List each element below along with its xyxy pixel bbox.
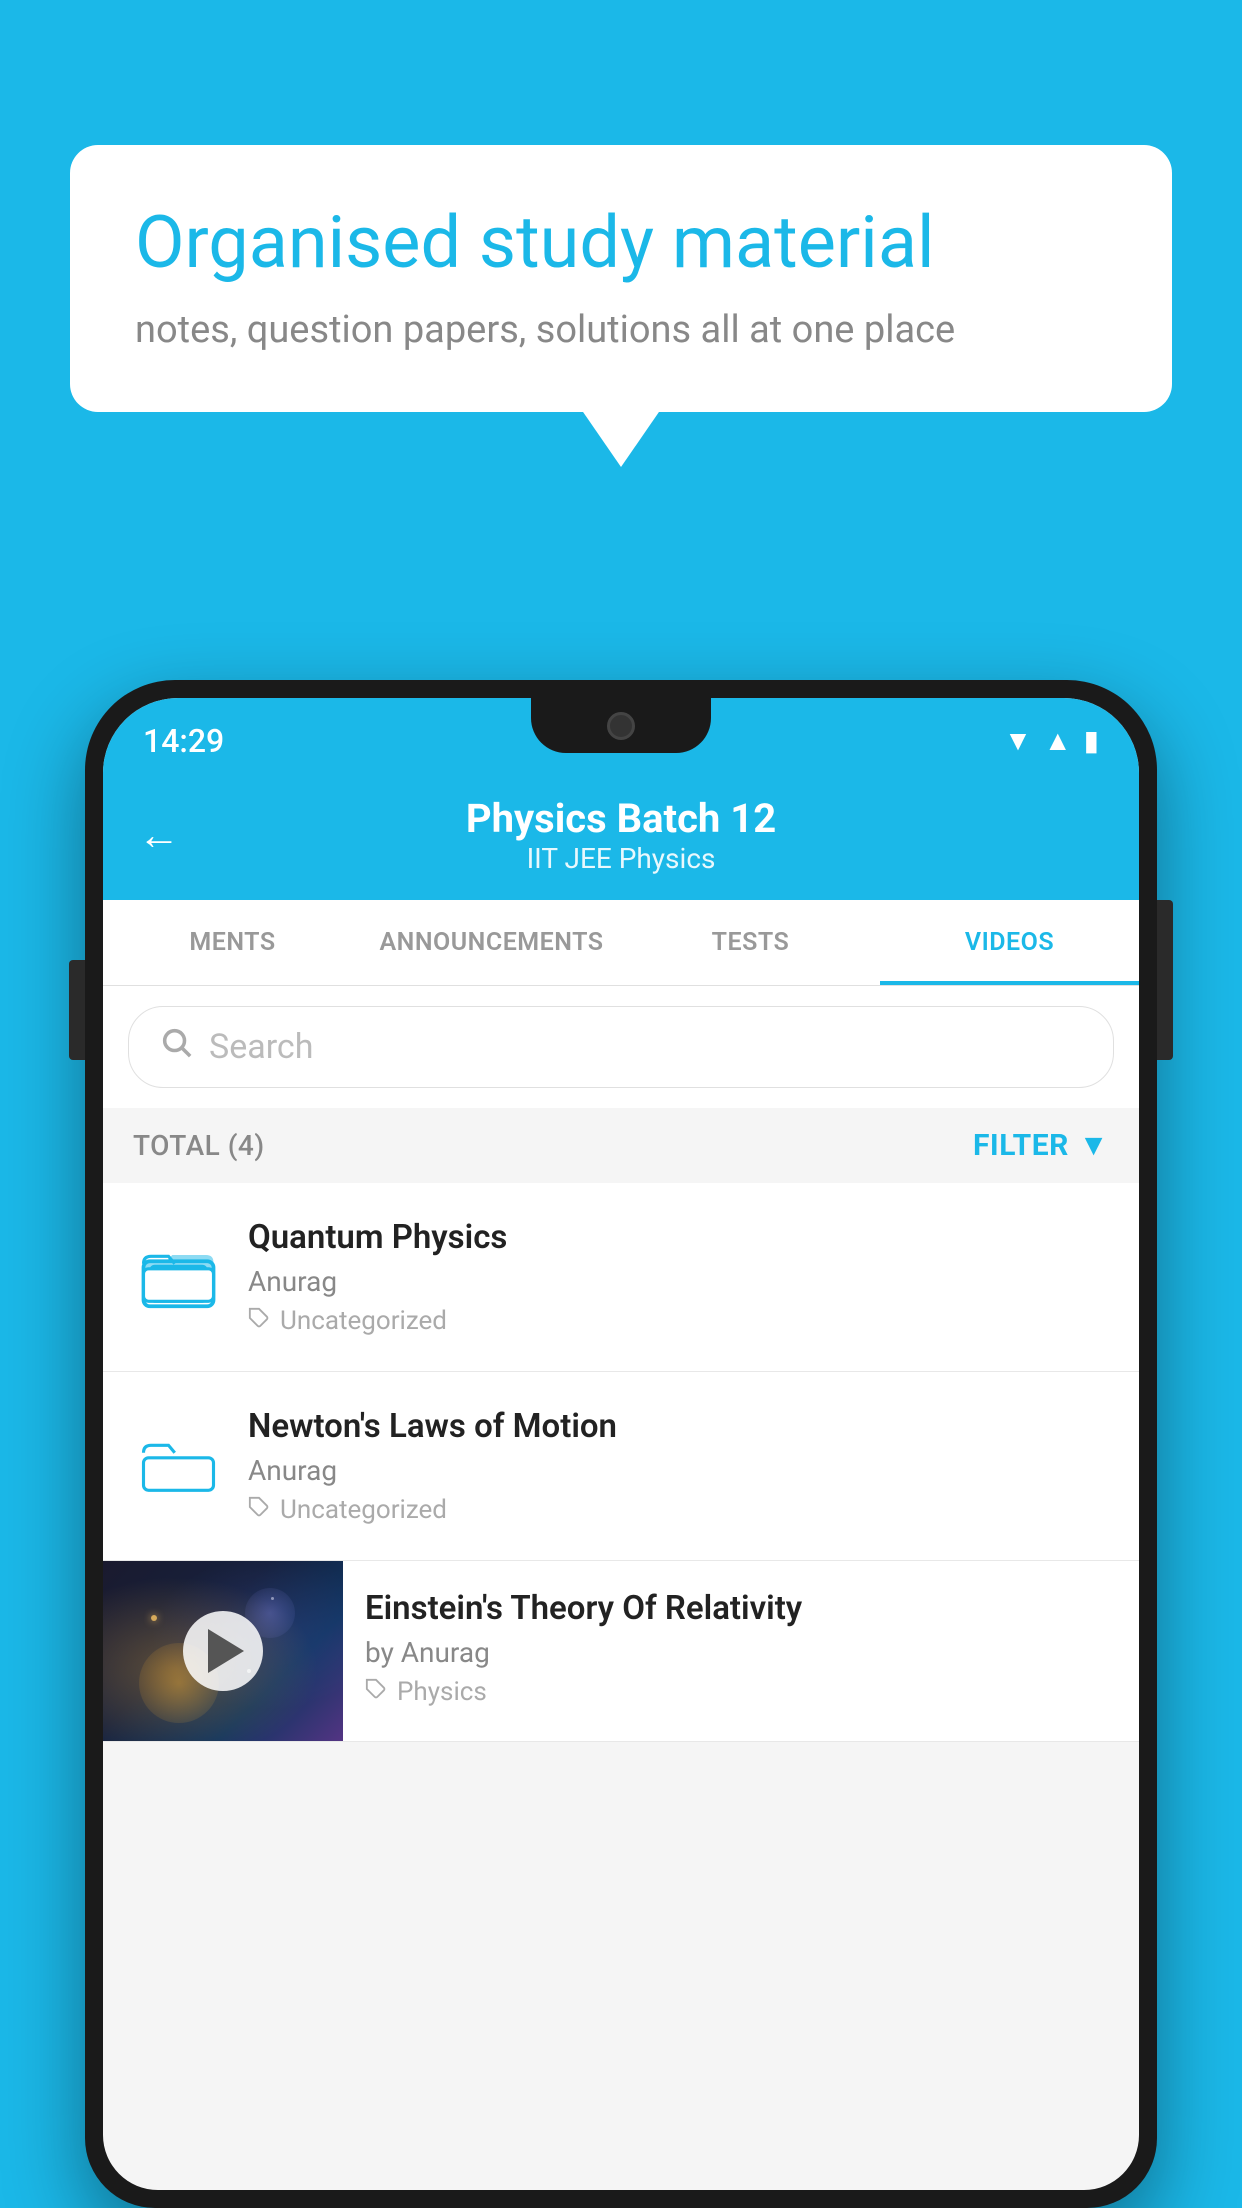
speech-bubble-container: Organised study material notes, question…: [70, 145, 1172, 412]
header-subtitle: IIT JEE Physics: [200, 842, 1042, 875]
tab-ments[interactable]: MENTS: [103, 900, 362, 985]
folder-icon-2: [133, 1421, 223, 1511]
play-button[interactable]: [183, 1611, 263, 1691]
video-title-3: Einstein's Theory Of Relativity: [365, 1589, 1117, 1628]
phone-inner: 14:29 ▼ ▲ ▮ ← Physics Batch 12 IIT JEE P…: [103, 698, 1139, 2190]
camera: [607, 712, 635, 740]
tab-tests[interactable]: TESTS: [621, 900, 880, 985]
app-header: ← Physics Batch 12 IIT JEE Physics: [103, 773, 1139, 900]
list-item[interactable]: Quantum Physics Anurag Uncategorized: [103, 1183, 1139, 1372]
play-triangle-icon: [208, 1629, 244, 1673]
video-details-3: Einstein's Theory Of Relativity by Anura…: [343, 1561, 1139, 1735]
folder-icon-1: [133, 1232, 223, 1322]
search-icon: [159, 1025, 193, 1069]
video-author-3: by Anurag: [365, 1636, 1117, 1669]
tag-label-2: Uncategorized: [280, 1495, 447, 1525]
bubble-title: Organised study material: [135, 200, 1107, 286]
tag-label-1: Uncategorized: [280, 1306, 447, 1336]
total-count: TOTAL (4): [133, 1129, 265, 1162]
item-author-2: Anurag: [248, 1454, 1109, 1487]
video-tag-3: Physics: [365, 1677, 1117, 1707]
tabs-bar: MENTS ANNOUNCEMENTS TESTS VIDEOS: [103, 900, 1139, 986]
battery-icon: ▮: [1084, 724, 1099, 757]
phone-outer: 14:29 ▼ ▲ ▮ ← Physics Batch 12 IIT JEE P…: [85, 680, 1157, 2208]
tag-icon-3: [365, 1677, 387, 1707]
filter-bar: TOTAL (4) FILTER ▼: [103, 1108, 1139, 1183]
tag-icon-1: [248, 1306, 270, 1336]
filter-button[interactable]: FILTER ▼: [973, 1128, 1109, 1163]
back-button[interactable]: ←: [138, 811, 180, 860]
item-author-1: Anurag: [248, 1265, 1109, 1298]
header-title-block: Physics Batch 12 IIT JEE Physics: [200, 795, 1042, 875]
tag-icon-2: [248, 1495, 270, 1525]
speech-bubble: Organised study material notes, question…: [70, 145, 1172, 412]
list-item-2[interactable]: Newton's Laws of Motion Anurag Uncategor…: [103, 1372, 1139, 1561]
phone-mockup: 14:29 ▼ ▲ ▮ ← Physics Batch 12 IIT JEE P…: [85, 680, 1157, 2208]
bubble-subtitle: notes, question papers, solutions all at…: [135, 308, 1107, 352]
header-title: Physics Batch 12: [200, 795, 1042, 842]
search-placeholder: Search: [209, 1027, 313, 1067]
item-tag-2: Uncategorized: [248, 1495, 1109, 1525]
status-icons: ▼ ▲ ▮: [1004, 724, 1099, 757]
item-details-2: Newton's Laws of Motion Anurag Uncategor…: [248, 1407, 1109, 1525]
item-title-1: Quantum Physics: [248, 1218, 1109, 1257]
wifi-icon: ▼: [1004, 724, 1032, 757]
tag-label-3: Physics: [397, 1677, 487, 1707]
tab-announcements[interactable]: ANNOUNCEMENTS: [362, 900, 621, 985]
signal-icon: ▲: [1044, 724, 1072, 757]
filter-label: FILTER: [973, 1128, 1069, 1163]
search-bar[interactable]: Search: [128, 1006, 1114, 1088]
tab-videos[interactable]: VIDEOS: [880, 900, 1139, 985]
item-title-2: Newton's Laws of Motion: [248, 1407, 1109, 1446]
item-tag-1: Uncategorized: [248, 1306, 1109, 1336]
phone-notch: [531, 698, 711, 753]
search-container: Search: [103, 986, 1139, 1108]
item-details-1: Quantum Physics Anurag Uncategorized: [248, 1218, 1109, 1336]
video-thumbnail: [103, 1561, 343, 1741]
content-list: Quantum Physics Anurag Uncategorized: [103, 1183, 1139, 1742]
filter-icon: ▼: [1079, 1128, 1109, 1163]
status-time: 14:29: [143, 722, 224, 760]
list-item-3[interactable]: Einstein's Theory Of Relativity by Anura…: [103, 1561, 1139, 1742]
